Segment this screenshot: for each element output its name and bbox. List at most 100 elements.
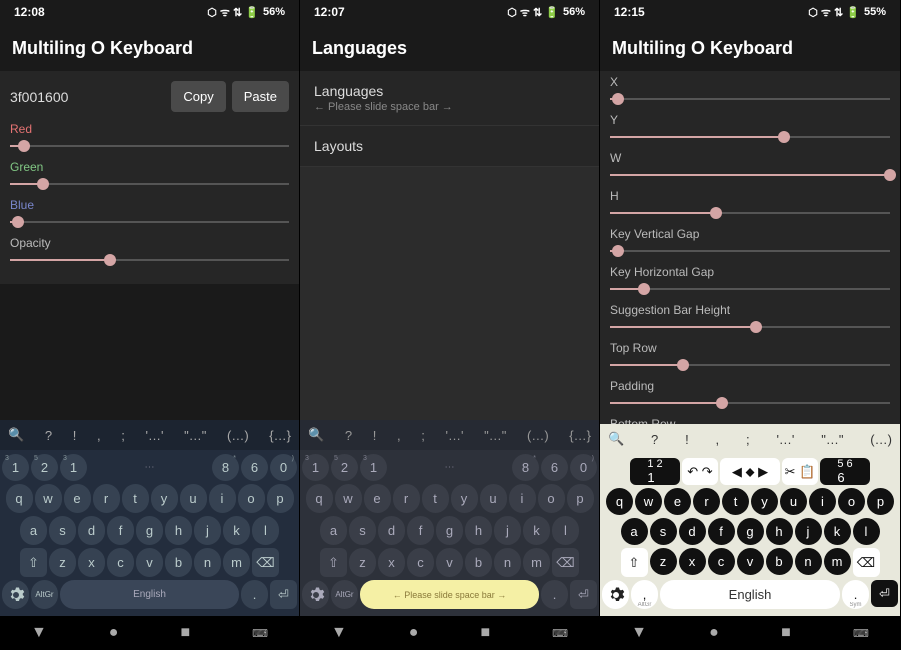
- key-o[interactable]: o: [838, 488, 865, 515]
- key-g[interactable]: g: [436, 516, 463, 545]
- key-j[interactable]: j: [494, 516, 521, 545]
- key-s[interactable]: s: [349, 516, 376, 545]
- kb-top-item[interactable]: "…": [821, 432, 843, 447]
- enter-key[interactable]: ⏎: [570, 580, 597, 609]
- kb-top-item[interactable]: ?: [345, 428, 352, 443]
- settings-key[interactable]: [2, 580, 29, 609]
- slider-opacity[interactable]: Opacity: [10, 236, 289, 268]
- backspace-key[interactable]: ⌫: [853, 548, 880, 577]
- key-d[interactable]: d: [78, 516, 105, 545]
- key-d[interactable]: d: [378, 516, 405, 545]
- key-e[interactable]: e: [64, 484, 91, 513]
- key-k[interactable]: k: [523, 516, 550, 545]
- key-w[interactable]: w: [635, 488, 662, 515]
- slider-suggestion bar height[interactable]: Suggestion Bar Height: [610, 303, 890, 335]
- back-icon[interactable]: ▼: [331, 624, 347, 642]
- key-p[interactable]: p: [267, 484, 294, 513]
- key-w[interactable]: w: [335, 484, 362, 513]
- paste-button[interactable]: Paste: [232, 81, 289, 112]
- kb-top-item[interactable]: {…}: [569, 428, 591, 443]
- slider-top row[interactable]: Top Row: [610, 341, 890, 373]
- home-icon[interactable]: ●: [709, 624, 719, 642]
- kb-top-item[interactable]: (…): [227, 428, 249, 443]
- recent-icon[interactable]: ■: [480, 624, 490, 642]
- key-k[interactable]: k: [824, 518, 851, 545]
- recent-icon[interactable]: ■: [180, 624, 190, 642]
- key-h[interactable]: h: [465, 516, 492, 545]
- key-b[interactable]: b: [766, 548, 793, 575]
- num-key[interactable]: 6: [241, 454, 268, 481]
- key-e[interactable]: e: [664, 488, 691, 515]
- num-key[interactable]: 31: [2, 454, 29, 481]
- key-l[interactable]: l: [552, 516, 579, 545]
- enter-key[interactable]: ⏎: [270, 580, 297, 609]
- altgr-key[interactable]: AltGr: [331, 580, 358, 609]
- key-j[interactable]: j: [194, 516, 221, 545]
- key-w[interactable]: w: [35, 484, 62, 513]
- key-q[interactable]: q: [606, 488, 633, 515]
- key-q[interactable]: q: [306, 484, 333, 513]
- key-f[interactable]: f: [107, 516, 134, 545]
- altgr-key[interactable]: AltGr: [31, 580, 58, 609]
- key-r[interactable]: r: [693, 488, 720, 515]
- altgr-key[interactable]: ,AltGr: [631, 580, 658, 609]
- num-key[interactable]: 52: [331, 454, 358, 481]
- period-key[interactable]: .: [541, 580, 568, 609]
- key-x[interactable]: x: [679, 548, 706, 575]
- key-v[interactable]: v: [136, 548, 163, 577]
- slider-padding[interactable]: Padding: [610, 379, 890, 411]
- key-m[interactable]: m: [523, 548, 550, 577]
- key-h[interactable]: h: [165, 516, 192, 545]
- keyboard-switch-icon[interactable]: ⌨: [552, 627, 568, 640]
- slider-key vertical gap[interactable]: Key Vertical Gap: [610, 227, 890, 259]
- key-d[interactable]: d: [679, 518, 706, 545]
- kb-top-item[interactable]: 🔍: [308, 427, 324, 443]
- key-p[interactable]: p: [867, 488, 894, 515]
- kb-top-item[interactable]: 🔍: [608, 431, 624, 447]
- kb-top-item[interactable]: "…": [484, 428, 506, 443]
- home-icon[interactable]: ●: [409, 624, 419, 642]
- num-cluster-left[interactable]: 1 21: [630, 458, 680, 485]
- kb-top-item[interactable]: ;: [421, 428, 425, 443]
- slider-key horizontal gap[interactable]: Key Horizontal Gap: [610, 265, 890, 297]
- key-q[interactable]: q: [6, 484, 33, 513]
- slider-red[interactable]: Red: [10, 122, 289, 154]
- num-key[interactable]: 31: [60, 454, 87, 481]
- kb-top-item[interactable]: ,: [716, 432, 720, 447]
- key-f[interactable]: f: [407, 516, 434, 545]
- key-k[interactable]: k: [223, 516, 250, 545]
- key-c[interactable]: c: [708, 548, 735, 575]
- kb-top-item[interactable]: ?: [45, 428, 52, 443]
- back-icon[interactable]: ▼: [631, 624, 647, 642]
- settings-key[interactable]: [302, 580, 329, 609]
- key-b[interactable]: b: [465, 548, 492, 577]
- num-key[interactable]: )0: [570, 454, 597, 481]
- key-v[interactable]: v: [737, 548, 764, 575]
- cut-key[interactable]: ✂ 📋: [782, 458, 818, 485]
- kb-top-item[interactable]: (…): [870, 432, 892, 447]
- shift-key[interactable]: ⇧: [621, 548, 648, 577]
- key-x[interactable]: x: [378, 548, 405, 577]
- key-h[interactable]: h: [766, 518, 793, 545]
- settings-key[interactable]: [602, 580, 629, 609]
- shift-key[interactable]: ⇧: [320, 548, 347, 577]
- space-bar[interactable]: ← Please slide space bar →: [360, 580, 539, 609]
- key-j[interactable]: j: [795, 518, 822, 545]
- num-key[interactable]: 52: [31, 454, 58, 481]
- shift-key[interactable]: ⇧: [20, 548, 47, 577]
- home-icon[interactable]: ●: [109, 624, 119, 642]
- backspace-key[interactable]: ⌫: [552, 548, 579, 577]
- key-g[interactable]: g: [136, 516, 163, 545]
- kb-top-item[interactable]: (…): [527, 428, 549, 443]
- key-u[interactable]: u: [480, 484, 507, 513]
- enter-key[interactable]: ⏎: [871, 580, 898, 607]
- key-y[interactable]: y: [751, 488, 778, 515]
- kb-top-item[interactable]: "…": [184, 428, 206, 443]
- key-z[interactable]: z: [349, 548, 376, 577]
- slider-h[interactable]: H: [610, 189, 890, 221]
- space-bar[interactable]: English: [660, 580, 840, 609]
- slider-y[interactable]: Y: [610, 113, 890, 145]
- key-o[interactable]: o: [238, 484, 265, 513]
- kb-top-item[interactable]: ?: [651, 432, 658, 447]
- key-s[interactable]: s: [49, 516, 76, 545]
